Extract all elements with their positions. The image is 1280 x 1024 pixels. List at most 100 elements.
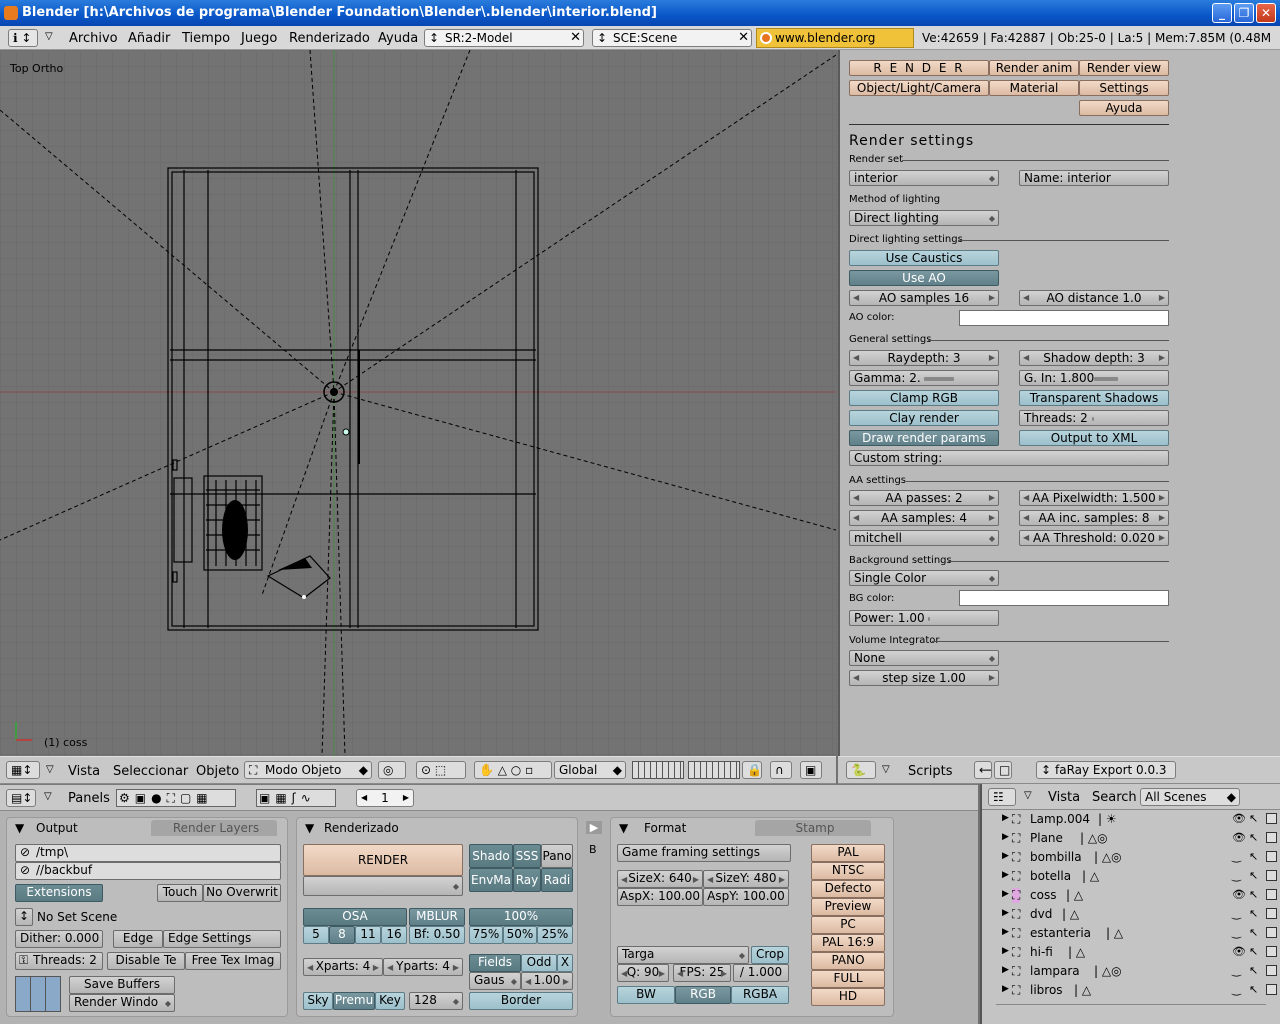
stamp-tab[interactable]: Stamp: [755, 820, 871, 836]
mode-selector[interactable]: ⛶ Modo Objeto ◆: [244, 761, 372, 779]
decrement-icon[interactable]: ◀: [853, 291, 859, 305]
cursor-icon[interactable]: ↖: [1249, 926, 1258, 939]
screen-selector[interactable]: ↕ SR:2-Model ✕: [424, 29, 584, 47]
extensions-toggle[interactable]: Extensions: [15, 884, 103, 902]
shadow-depth-field[interactable]: ◀ Shadow depth: 3 ▶: [1019, 350, 1169, 366]
aa-samples-field[interactable]: ◀ AA samples: 4 ▶: [849, 510, 999, 526]
minimize-button[interactable]: _: [1212, 3, 1232, 23]
material-tab[interactable]: Material: [989, 80, 1079, 96]
cursor-icon[interactable]: ↖: [1249, 945, 1258, 958]
increment-icon[interactable]: ▶: [779, 873, 785, 887]
save-buffers-toggle[interactable]: Save Buffers: [69, 976, 175, 994]
expand-arrow-icon[interactable]: ▶: [1002, 965, 1009, 975]
clamp-rgb-toggle[interactable]: Clamp RGB: [849, 390, 999, 406]
context-buttons[interactable]: ⚙▣●⛶▢▦: [116, 789, 236, 807]
collapse-menu-icon[interactable]: ▽: [44, 791, 52, 802]
aspx-field[interactable]: AspX: 100.00: [617, 888, 703, 906]
aa-filter-dropdown[interactable]: mitchell ◆: [849, 530, 999, 546]
outliner-row[interactable]: ▶ ⛶ hi-fi | △ 👁 ↖: [982, 943, 1280, 962]
render-tab-button[interactable]: R E N D E R: [849, 60, 989, 76]
increment-icon[interactable]: ▶: [989, 351, 995, 365]
cursor-icon[interactable]: ↖: [1249, 983, 1258, 996]
aa-passes-field[interactable]: ◀ AA passes: 2 ▶: [849, 490, 999, 506]
render-set-name-field[interactable]: Name: interior: [1019, 170, 1169, 186]
scripts-menu[interactable]: Scripts: [908, 764, 952, 779]
render-preview-button[interactable]: ▣: [800, 761, 822, 779]
ao-color-swatch[interactable]: [959, 310, 1169, 326]
eye-icon[interactable]: ‿: [1232, 907, 1241, 920]
close-screen-icon[interactable]: ✕: [570, 30, 581, 46]
manipulator-toggles[interactable]: ✋ △ ○ ▫: [474, 761, 552, 779]
panels-menu[interactable]: Panels: [68, 791, 110, 806]
outliner-scrollbar[interactable]: [996, 1004, 1266, 1014]
sizex-field[interactable]: ◀ SizeX: 640 ▶: [617, 870, 703, 888]
key-toggle[interactable]: Key: [375, 992, 405, 1010]
fps-base-field[interactable]: / 1.000: [733, 964, 789, 982]
maximize-button[interactable]: ❐: [1234, 3, 1254, 23]
menu-anadir[interactable]: Añadir: [128, 31, 170, 46]
expand-arrow-icon[interactable]: ▶: [1002, 984, 1009, 994]
increment-icon[interactable]: ▶: [563, 975, 569, 989]
eye-icon[interactable]: 👁: [1232, 812, 1246, 825]
preset-full[interactable]: FULL: [811, 970, 885, 988]
resolution-25-toggle[interactable]: 25%: [537, 926, 573, 944]
clay-render-toggle[interactable]: Clay render: [849, 410, 999, 426]
aa-pixelwidth-field[interactable]: ◀ AA Pixelwidth: 1.500 ▶: [1019, 490, 1169, 506]
bg-color-swatch[interactable]: [959, 590, 1169, 606]
outliner-row[interactable]: ▶ ⛶ libros | △ ‿ ↖: [982, 981, 1280, 1000]
outliner-row[interactable]: ▶ ⛶ Plane | △◎ 👁 ↖: [982, 829, 1280, 848]
dither-field[interactable]: Dither: 0.000: [15, 930, 103, 948]
use-caustics-toggle[interactable]: Use Caustics: [849, 250, 999, 266]
preset-ntsc[interactable]: NTSC: [811, 862, 885, 880]
blur-factor-field[interactable]: Bf: 0.50: [409, 926, 465, 944]
sizey-field[interactable]: ◀ SizeY: 480 ▶: [703, 870, 789, 888]
renderizado-tab[interactable]: ▼ Renderizado: [301, 820, 571, 836]
pano-toggle[interactable]: Pano: [541, 844, 573, 868]
preset-preview[interactable]: Preview: [811, 898, 885, 916]
output-to-xml-toggle[interactable]: Output to XML: [1019, 430, 1169, 446]
filter-size-field[interactable]: ◀ 1.00 ▶: [521, 972, 573, 990]
preset-pal-16-9[interactable]: PAL 16:9: [811, 934, 885, 952]
raydepth-field[interactable]: ◀ Raydepth: 3 ▶: [849, 350, 999, 366]
menu-archivo[interactable]: Archivo: [69, 31, 118, 46]
decrement-icon[interactable]: ◀: [1023, 491, 1029, 505]
fullscreen-button[interactable]: □: [994, 761, 1012, 779]
resolution-50-toggle[interactable]: 50%: [503, 926, 537, 944]
menu-objeto[interactable]: Objeto: [196, 764, 239, 779]
back-button[interactable]: ⟵: [974, 761, 992, 779]
render-icon[interactable]: [1266, 984, 1277, 995]
osa-11-option[interactable]: 11: [355, 926, 381, 944]
render-button[interactable]: RENDER: [303, 844, 463, 876]
eye-icon[interactable]: 👁: [1232, 945, 1246, 958]
render-icon[interactable]: [1266, 946, 1277, 957]
threads-field[interactable]: ⚿ Threads: 2: [15, 952, 103, 970]
render-icon[interactable]: [1266, 832, 1277, 843]
step-size-field[interactable]: ◀ step size 1.00 ▶: [849, 670, 999, 686]
expand-arrow-icon[interactable]: ▶: [1002, 946, 1009, 956]
increment-icon[interactable]: ▶: [989, 491, 995, 505]
eye-icon[interactable]: ‿: [1232, 983, 1241, 996]
expand-arrow-icon[interactable]: ▶: [1002, 851, 1009, 861]
osa-5-option[interactable]: 5: [303, 926, 329, 944]
decrement-icon[interactable]: ◀: [621, 873, 627, 887]
cursor-icon[interactable]: ↖: [1249, 888, 1258, 901]
background-type-dropdown[interactable]: Single Color ◆: [849, 570, 999, 586]
lock-button[interactable]: 🔒: [742, 761, 762, 779]
filter-type-dropdown[interactable]: Gaus ◆: [469, 972, 521, 990]
display-mode-dropdown[interactable]: All Scenes ◆: [1140, 788, 1240, 806]
decrement-icon[interactable]: ◀: [1023, 531, 1029, 545]
increment-icon[interactable]: ▶: [403, 790, 409, 806]
decrement-icon[interactable]: ◀: [307, 961, 313, 975]
backbuf-path-field[interactable]: ⊘ //backbuf: [15, 862, 281, 880]
object-light-camera-tab[interactable]: Object/Light/Camera: [849, 80, 989, 96]
aa-inc-samples-field[interactable]: ◀ AA inc. samples: 8 ▶: [1019, 510, 1169, 526]
sss-toggle[interactable]: SSS: [513, 844, 541, 868]
outliner-row-selected[interactable]: ▶ ⛶ coss | △ 👁 ↖: [982, 886, 1280, 905]
render-window-dropdown[interactable]: Render Windo ◆: [69, 994, 175, 1012]
draw-type-selector[interactable]: ◎: [378, 761, 406, 779]
bw-toggle[interactable]: BW: [617, 986, 675, 1004]
collapse-menu-icon[interactable]: ▽: [45, 31, 53, 42]
eye-icon[interactable]: 👁: [1232, 831, 1246, 844]
outliner-row[interactable]: ▶ ⛶ lampara | △◎ ‿ ↖: [982, 962, 1280, 981]
eye-icon[interactable]: ‿: [1232, 964, 1241, 977]
